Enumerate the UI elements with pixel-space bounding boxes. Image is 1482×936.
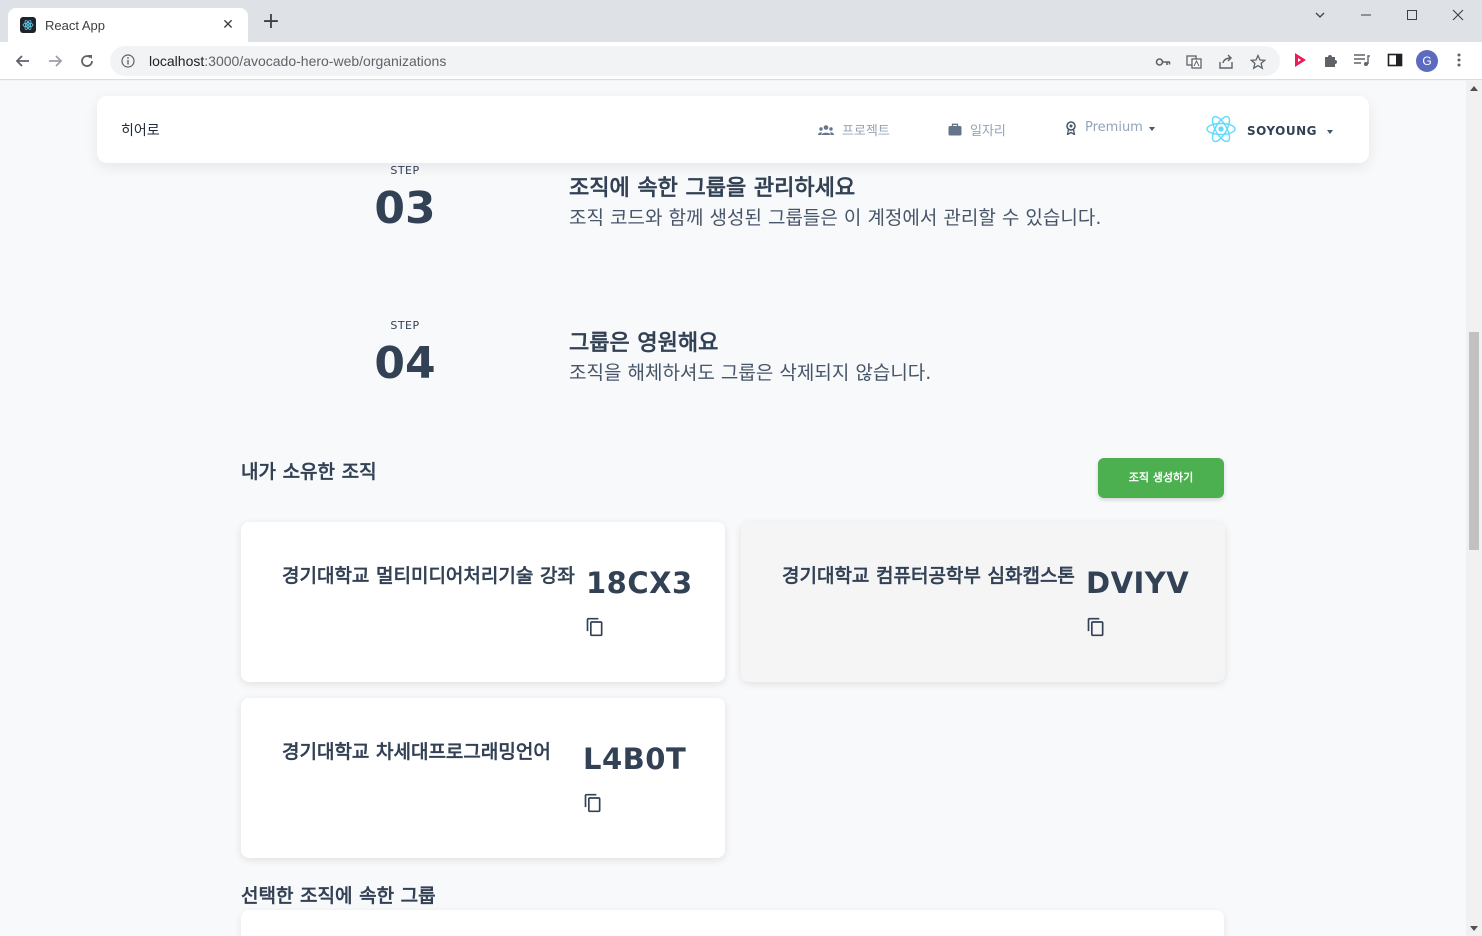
- app-navbar: 히어로 프로젝트 일자리 Premium SOYOUNG: [97, 96, 1369, 163]
- minimize-icon[interactable]: [1343, 0, 1389, 30]
- bookmark-star-icon[interactable]: [1249, 53, 1267, 71]
- step-description: 조직 코드와 함께 생성된 그룹들은 이 계정에서 관리할 수 있습니다.: [569, 207, 1102, 229]
- my-orgs-title: 내가 소유한 조직: [241, 461, 377, 483]
- step-label: STEP: [390, 319, 420, 332]
- nav-projects-label: 프로젝트: [842, 124, 890, 139]
- groups-list-card: [241, 910, 1224, 936]
- back-arrow-icon[interactable]: [9, 48, 37, 74]
- nav-premium-label: Premium: [1085, 120, 1143, 135]
- org-code: L4B0T: [583, 742, 687, 776]
- url-path: :3000/avocado-hero-web/organizations: [204, 53, 447, 69]
- page-scrollbar[interactable]: [1466, 81, 1482, 936]
- browser-tab-bar: React App ✕ +: [0, 0, 1482, 42]
- tab-title: React App: [45, 17, 105, 33]
- people-icon: [818, 124, 834, 136]
- nav-projects[interactable]: 프로젝트: [818, 120, 890, 139]
- reload-icon[interactable]: [73, 48, 101, 74]
- share-icon[interactable]: [1217, 53, 1235, 71]
- user-menu[interactable]: SOYOUNG: [1205, 114, 1334, 148]
- nav-jobs-label: 일자리: [970, 124, 1006, 139]
- new-tab-button[interactable]: +: [258, 10, 284, 36]
- step-number: 04: [374, 338, 436, 389]
- org-code: DVIYV: [1086, 566, 1190, 600]
- url-text: localhost:3000/avocado-hero-web/organiza…: [149, 53, 446, 69]
- nav-jobs[interactable]: 일자리: [948, 120, 1006, 139]
- maximize-icon[interactable]: [1389, 0, 1435, 30]
- org-card-selected[interactable]: 경기대학교 컴퓨터공학부 심화캡스톤 DVIYV: [741, 522, 1225, 682]
- org-card[interactable]: 경기대학교 차세대프로그래밍언어 L4B0T: [241, 698, 725, 858]
- close-window-icon[interactable]: [1435, 0, 1481, 30]
- copy-icon[interactable]: [583, 793, 603, 813]
- nav-premium-dropdown[interactable]: Premium: [1065, 120, 1155, 135]
- key-icon[interactable]: [1154, 53, 1172, 71]
- create-org-button[interactable]: 조직 생성하기: [1098, 458, 1224, 498]
- org-name: 경기대학교 컴퓨터공학부 심화캡스톤: [782, 565, 1075, 587]
- tab-search-icon[interactable]: [1297, 0, 1343, 30]
- scroll-thumb[interactable]: [1469, 332, 1479, 550]
- browser-toolbar: localhost:3000/avocado-hero-web/organiza…: [0, 42, 1482, 80]
- page-viewport: STEP 03 조직에 속한 그룹을 관리하세요 조직 코드와 함께 생성된 그…: [0, 81, 1466, 936]
- org-name: 경기대학교 멀티미디어처리기술 강좌: [282, 565, 575, 587]
- step-title: 그룹은 영원해요: [569, 331, 719, 356]
- extension-play-icon[interactable]: [1288, 48, 1312, 72]
- media-playlist-icon[interactable]: [1350, 48, 1374, 72]
- profile-avatar[interactable]: G: [1416, 50, 1438, 72]
- react-logo-avatar-icon: [1205, 114, 1237, 148]
- chevron-down-icon: [1148, 126, 1155, 131]
- copy-icon[interactable]: [1086, 617, 1106, 637]
- org-code: 18CX3: [586, 566, 693, 600]
- copy-icon[interactable]: [585, 617, 605, 637]
- forward-arrow-icon[interactable]: [41, 48, 69, 74]
- browser-tab[interactable]: React App ✕: [8, 8, 248, 42]
- groups-section-title: 선택한 조직에 속한 그룹: [241, 885, 436, 907]
- org-card[interactable]: 경기대학교 멀티미디어처리기술 강좌 18CX3: [241, 522, 725, 682]
- step-number: 03: [374, 183, 436, 234]
- side-panel-icon[interactable]: [1383, 48, 1407, 72]
- step-title: 조직에 속한 그룹을 관리하세요: [569, 176, 856, 201]
- extensions-puzzle-icon[interactable]: [1319, 48, 1343, 72]
- step-label: STEP: [390, 164, 420, 177]
- address-bar[interactable]: localhost:3000/avocado-hero-web/organiza…: [110, 46, 1280, 76]
- more-menu-icon[interactable]: [1447, 48, 1471, 72]
- org-name: 경기대학교 차세대프로그래밍언어: [282, 741, 551, 763]
- site-info-icon[interactable]: [120, 53, 136, 69]
- react-favicon-icon: [20, 17, 36, 33]
- user-name: SOYOUNG: [1247, 124, 1318, 138]
- step-description: 조직을 해체하셔도 그룹은 삭제되지 않습니다.: [569, 362, 932, 384]
- url-host: localhost: [149, 53, 205, 69]
- scroll-down-arrow-icon[interactable]: [1470, 926, 1478, 931]
- briefcase-icon: [948, 123, 962, 136]
- scroll-up-arrow-icon[interactable]: [1470, 86, 1478, 91]
- award-icon: [1065, 120, 1077, 135]
- tab-close-icon[interactable]: ✕: [220, 17, 236, 33]
- translate-icon[interactable]: [1185, 53, 1203, 71]
- chevron-down-icon: [1327, 130, 1334, 134]
- brand-logo-text[interactable]: 히어로: [121, 120, 160, 140]
